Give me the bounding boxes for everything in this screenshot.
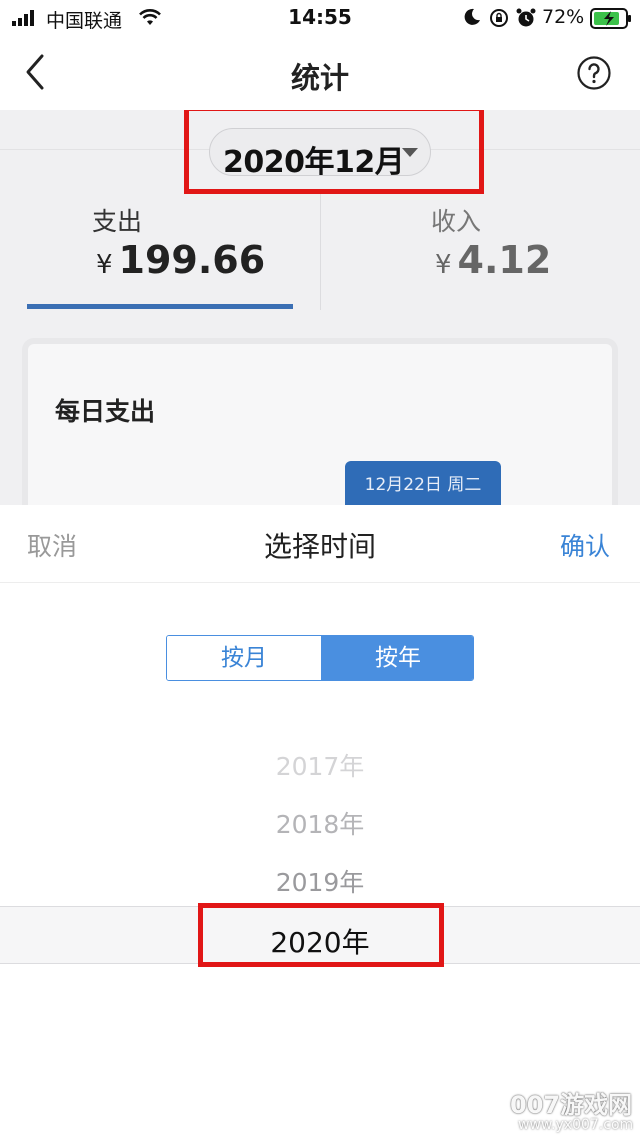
battery-charging-icon (590, 8, 631, 29)
alarm-icon (516, 8, 536, 27)
daily-expense-card: 每日支出 12月22日 周二 (28, 344, 612, 505)
page-title: 统计 (290, 61, 349, 95)
expense-amount-value: 199.66 (118, 238, 266, 282)
picker-option[interactable]: 2019年 (0, 863, 640, 899)
segment-by-month[interactable]: 按月 (167, 636, 321, 680)
picker-option[interactable]: 2017年 (0, 747, 640, 783)
red-highlight-annotation (184, 110, 484, 194)
confirm-button[interactable]: 确认 (560, 527, 610, 563)
tab-income-label: 收入 (431, 207, 482, 236)
question-circle-icon[interactable] (576, 55, 612, 91)
tab-income[interactable]: 收入 ¥4.12 (320, 194, 640, 310)
watermark-url: www.yx007.com (518, 1117, 634, 1133)
statistics-page-background: 2020年12月 支出 ¥199.66 收入 ¥4.12 每日支出 12月22日… (0, 110, 640, 505)
red-highlight-annotation (198, 903, 444, 967)
expense-amount: ¥199.66 (96, 238, 265, 282)
period-segmented-control: 按月 按年 (166, 635, 474, 681)
rotation-lock-icon (490, 9, 508, 27)
currency-symbol: ¥ (96, 250, 113, 280)
status-bar: 中国联通 14:55 72% (0, 0, 640, 36)
active-tab-indicator (27, 304, 293, 309)
nav-bar: 统计 (0, 36, 640, 110)
card-title: 每日支出 (55, 397, 156, 426)
summary-tabs: 支出 ¥199.66 收入 ¥4.12 (0, 194, 640, 310)
site-watermark: 007游戏网 www.yx007.com (510, 1085, 640, 1138)
tab-expense-label: 支出 (92, 207, 143, 236)
chart-tooltip: 12月22日 周二 (345, 461, 501, 505)
picker-option[interactable]: 2018年 (0, 805, 640, 841)
tab-expense[interactable]: 支出 ¥199.66 (0, 194, 320, 310)
income-amount-value: 4.12 (457, 238, 552, 282)
tooltip-date: 12月22日 周二 (364, 475, 482, 495)
segment-by-year[interactable]: 按年 (321, 636, 473, 680)
time-picker-sheet: 取消 选择时间 确认 按月 按年 2017年 2018年 2019年 2020年 (0, 505, 640, 1138)
battery-percent: 72% (542, 6, 585, 28)
moon-icon (464, 8, 480, 25)
income-amount: ¥4.12 (435, 238, 551, 282)
sheet-title: 选择时间 (263, 530, 376, 563)
currency-symbol: ¥ (435, 250, 452, 280)
watermark-text: 007游戏网 (510, 1091, 633, 1119)
sheet-header: 取消 选择时间 确认 (0, 505, 640, 583)
